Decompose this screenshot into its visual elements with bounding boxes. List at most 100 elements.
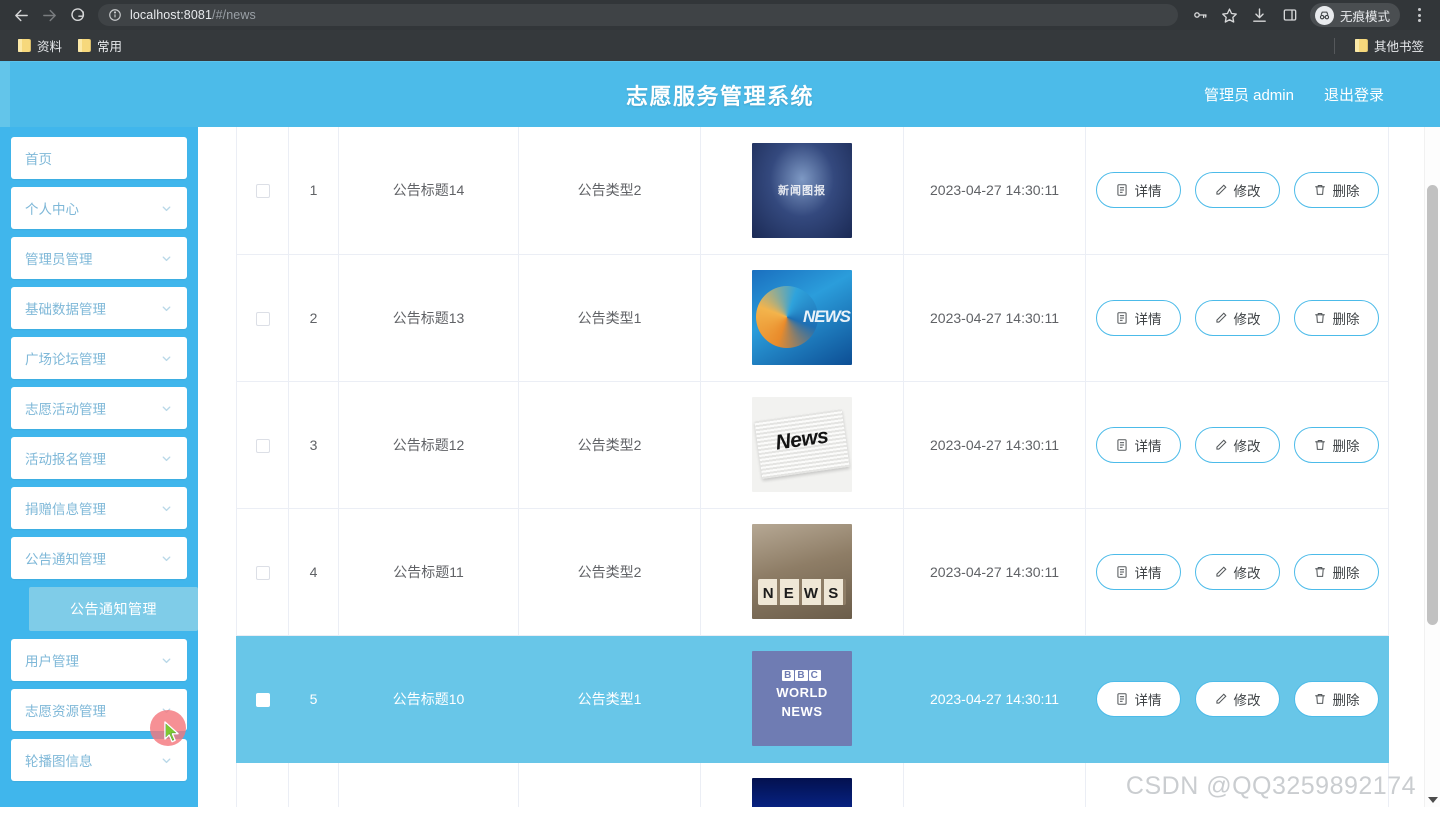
- address-bar[interactable]: localhost:8081/#/news: [98, 4, 1178, 26]
- url-text: localhost:8081/#/news: [130, 8, 256, 22]
- row-checkbox-cell[interactable]: [236, 254, 289, 382]
- row-checkbox[interactable]: [255, 692, 270, 707]
- row-index: 3: [288, 381, 339, 509]
- row-checkbox-cell[interactable]: [236, 508, 289, 636]
- delete-button[interactable]: 删除: [1293, 299, 1379, 336]
- browser-chrome: localhost:8081/#/news 无痕模式 资料 常用 其他书签: [0, 0, 1440, 61]
- table-row[interactable]: 2 公告标题13 公告类型1 NEWS 2023-04-27 14:30:11 …: [236, 254, 1389, 382]
- row-actions: 详情 修改 删除: [1086, 680, 1388, 717]
- detail-button[interactable]: 详情: [1095, 426, 1181, 463]
- bookmark-item-ziliao[interactable]: 资料: [10, 33, 70, 58]
- chevron-down-icon: [160, 302, 173, 315]
- table-row[interactable]: 1 公告标题14 公告类型2 新闻图报 2023-04-27 14:30:11 …: [236, 127, 1389, 255]
- row-date: 2023-04-27 14:30:11: [903, 762, 1086, 807]
- chevron-down-icon: [160, 552, 173, 565]
- sidebar-item-announcement-management[interactable]: 公告通知管理: [11, 537, 187, 579]
- announcement-thumbnail[interactable]: N E W S: [752, 524, 852, 619]
- scrollbar-thumb[interactable]: [1427, 185, 1438, 625]
- thumbnail-text: N E W S: [762, 585, 842, 603]
- document-icon: [1115, 311, 1129, 325]
- detail-button[interactable]: 详情: [1095, 299, 1181, 336]
- incognito-mode-chip[interactable]: 无痕模式: [1309, 3, 1400, 27]
- edit-button[interactable]: 修改: [1194, 553, 1280, 590]
- edit-button[interactable]: 修改: [1194, 680, 1280, 717]
- sidebar-submenu-item-announcement[interactable]: 公告通知管理: [29, 587, 198, 631]
- announcement-thumbnail[interactable]: News: [752, 397, 852, 492]
- bbc-logo: BBC: [782, 670, 821, 682]
- pencil-icon: [1214, 565, 1228, 579]
- sidebar-item-basic-data[interactable]: 基础数据管理: [11, 287, 187, 329]
- sidebar-item-forum-management[interactable]: 广场论坛管理: [11, 337, 187, 379]
- chevron-down-icon: [160, 202, 173, 215]
- header-user-area: 管理员 admin 退出登录: [1204, 84, 1384, 105]
- side-panel-icon[interactable]: [1276, 2, 1304, 28]
- bookmark-item-changyong[interactable]: 常用: [70, 33, 130, 58]
- vertical-scrollbar[interactable]: [1424, 127, 1440, 807]
- download-icon[interactable]: [1246, 2, 1274, 28]
- table-row[interactable]: 5 公告标题10 公告类型1 B B C WORLD NEWS 2023-04-27 1…: [236, 635, 1389, 763]
- announcement-thumbnail[interactable]: NEWS: [752, 270, 852, 365]
- row-checkbox-cell[interactable]: [236, 381, 289, 509]
- sidebar-item-label: 基础数据管理: [25, 302, 106, 317]
- star-icon[interactable]: [1216, 2, 1244, 28]
- folder-icon: [78, 39, 92, 52]
- detail-button[interactable]: 详情: [1095, 172, 1181, 209]
- back-button[interactable]: [8, 2, 34, 28]
- row-checkbox[interactable]: [255, 438, 270, 453]
- announcement-thumbnail[interactable]: 新闻图报: [752, 142, 852, 238]
- sidebar-item-admin-management[interactable]: 管理员管理: [11, 237, 187, 279]
- document-icon: [1115, 565, 1129, 579]
- key-icon[interactable]: [1186, 2, 1214, 28]
- row-checkbox[interactable]: [255, 311, 270, 326]
- sidebar-item-donation-info[interactable]: 捐赠信息管理: [11, 487, 187, 529]
- other-bookmarks-button[interactable]: 其他书签: [1347, 33, 1432, 58]
- row-checkbox-cell[interactable]: [236, 635, 289, 763]
- table-row[interactable]: 4 公告标题11 公告类型2 N E W S 2023-04-27 14:30:…: [236, 508, 1389, 636]
- delete-button[interactable]: 删除: [1293, 680, 1379, 717]
- sidebar-item-volunteer-activity[interactable]: 志愿活动管理: [11, 387, 187, 429]
- sidebar-item-activity-signup[interactable]: 活动报名管理: [11, 437, 187, 479]
- delete-button[interactable]: 删除: [1293, 426, 1379, 463]
- delete-button[interactable]: 删除: [1293, 553, 1379, 590]
- detail-button[interactable]: 详情: [1095, 680, 1181, 717]
- row-checkbox-cell[interactable]: [236, 762, 289, 807]
- delete-button[interactable]: 删除: [1293, 172, 1379, 209]
- row-checkbox[interactable]: [255, 565, 270, 580]
- site-info-icon[interactable]: [108, 8, 122, 22]
- edit-button[interactable]: 修改: [1194, 299, 1280, 336]
- table-row[interactable]: 3 公告标题12 公告类型2 News 2023-04-27 14:30:11 …: [236, 381, 1389, 509]
- sidebar-item-home[interactable]: 首页: [11, 137, 187, 179]
- row-actions-cell: 详情 修改 删除: [1085, 127, 1389, 255]
- sidebar-item-personal-center[interactable]: 个人中心: [11, 187, 187, 229]
- row-checkbox[interactable]: [255, 184, 270, 199]
- incognito-icon: [1314, 5, 1334, 25]
- sidebar-item-carousel-info[interactable]: 轮播图信息: [11, 739, 187, 781]
- detail-button[interactable]: 详情: [1095, 553, 1181, 590]
- sidebar-item-user-management[interactable]: 用户管理: [11, 639, 187, 681]
- sidebar-submenu-label: 公告通知管理: [70, 601, 157, 617]
- announcement-thumbnail[interactable]: 时政新闻: [752, 778, 852, 807]
- edit-button[interactable]: 修改: [1194, 172, 1280, 209]
- edit-label: 修改: [1233, 565, 1261, 581]
- edit-button[interactable]: 修改: [1194, 426, 1280, 463]
- forward-button[interactable]: [36, 2, 62, 28]
- bookmarks-bar: 资料 常用 其他书签: [0, 30, 1440, 61]
- app-header: 志愿服务管理系统 管理员 admin 退出登录: [0, 61, 1440, 127]
- sidebar-item-volunteer-resource[interactable]: 志愿资源管理: [11, 689, 187, 731]
- announcement-table: 1 公告标题14 公告类型2 新闻图报 2023-04-27 14:30:11 …: [236, 127, 1389, 807]
- row-title: 公告标题11: [338, 508, 519, 636]
- pencil-icon: [1214, 183, 1228, 197]
- announcement-thumbnail[interactable]: B B C WORLD NEWS: [752, 651, 852, 746]
- reload-button[interactable]: [64, 2, 90, 28]
- logout-button[interactable]: 退出登录: [1324, 84, 1384, 105]
- table-row[interactable]: 6 公告标题9 公告类型3 时政新闻 2023-04-27 14:30:11 详…: [236, 762, 1389, 807]
- sidebar-item-label: 用户管理: [25, 654, 79, 669]
- bookmark-label: 常用: [97, 40, 123, 54]
- row-actions: 详情 修改 删除: [1086, 299, 1388, 336]
- row-checkbox-cell[interactable]: [236, 127, 289, 255]
- bookmark-label: 资料: [37, 40, 63, 54]
- row-thumbnail-cell: 新闻图报: [700, 127, 904, 255]
- scroll-down-arrow-icon[interactable]: [1428, 797, 1438, 803]
- trash-icon: [1313, 183, 1327, 197]
- kebab-menu-icon[interactable]: [1406, 2, 1432, 28]
